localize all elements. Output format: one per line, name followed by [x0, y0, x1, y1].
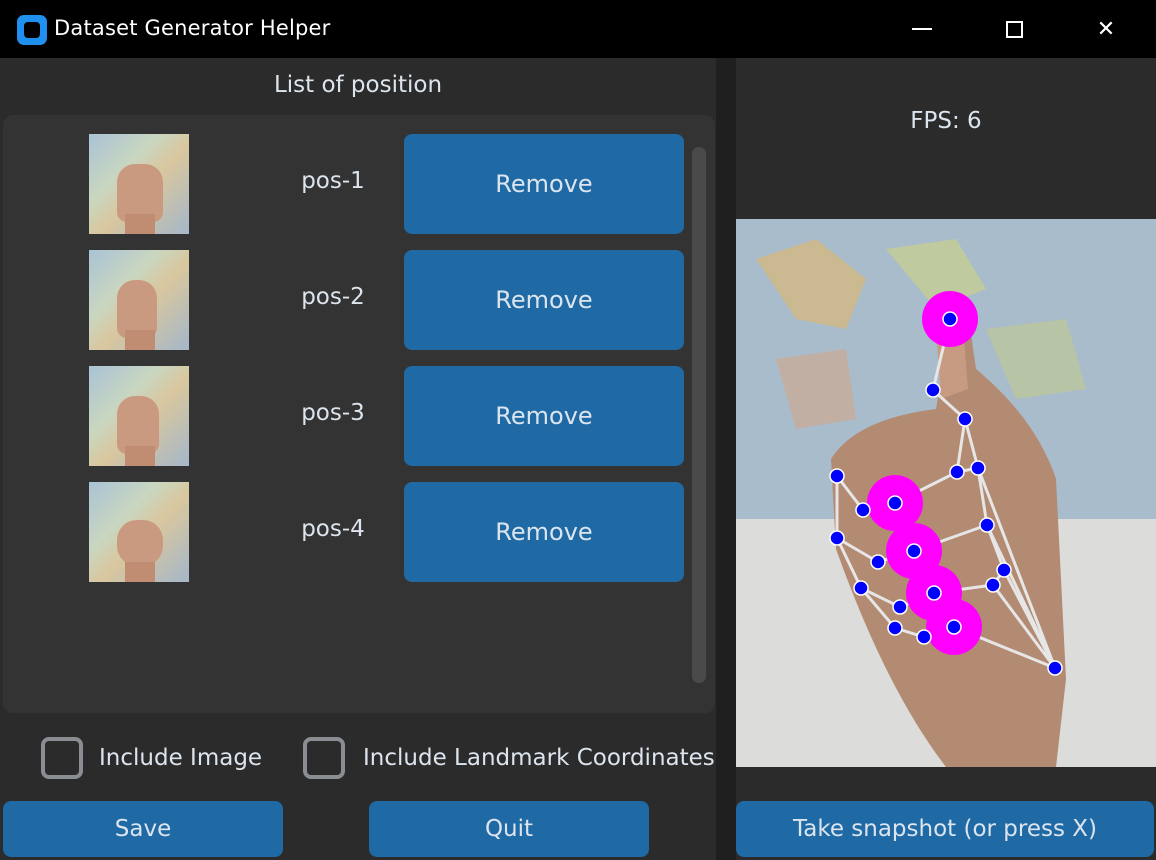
close-icon: ✕: [1096, 16, 1116, 42]
landmark-point: [855, 502, 871, 518]
title-bar: Dataset Generator Helper ✕: [0, 0, 1156, 58]
landmark-point: [1047, 660, 1063, 676]
landmark-point: [942, 311, 958, 327]
fps-counter: FPS: 6: [910, 108, 982, 134]
list-item: pos-2 Remove: [3, 250, 715, 350]
list-item: pos-3 Remove: [3, 366, 715, 466]
landmark-point: [949, 464, 965, 480]
landmark-point: [829, 468, 845, 484]
position-list[interactable]: pos-1 Remove pos-2 Remove pos-3 Remove p…: [3, 115, 715, 713]
include-image-option[interactable]: Include Image: [41, 734, 262, 782]
position-label: pos-2: [301, 284, 365, 310]
remove-button[interactable]: Remove: [404, 482, 684, 582]
landmark-point: [853, 580, 869, 596]
position-thumbnail: [89, 250, 189, 350]
landmark-point: [892, 599, 908, 615]
landmark-point: [916, 629, 932, 645]
landmark-point: [829, 530, 845, 546]
landmark-point: [957, 411, 973, 427]
list-item: pos-1 Remove: [3, 134, 715, 234]
left-panel: List of position pos-1 Remove pos-2 Remo…: [0, 58, 716, 860]
landmark-point: [985, 577, 1001, 593]
hand-landmark-overlay: [736, 219, 1156, 767]
position-thumbnail: [89, 482, 189, 582]
include-landmarks-checkbox[interactable]: [303, 737, 345, 779]
remove-button[interactable]: Remove: [404, 250, 684, 350]
list-item: pos-4 Remove: [3, 482, 715, 582]
landmark-point: [887, 495, 903, 511]
position-label: pos-4: [301, 516, 365, 542]
maximize-button[interactable]: [968, 0, 1060, 58]
list-title: List of position: [273, 72, 443, 98]
position-thumbnail: [89, 366, 189, 466]
landmark-point: [946, 619, 962, 635]
landmark-point: [979, 517, 995, 533]
landmark-point: [925, 382, 941, 398]
app-icon: [17, 15, 47, 45]
include-landmarks-label: Include Landmark Coordinates: [363, 745, 715, 771]
include-image-label: Include Image: [99, 745, 263, 771]
camera-preview: [736, 219, 1156, 767]
list-scrollbar[interactable]: [692, 147, 706, 683]
landmark-point: [887, 620, 903, 636]
landmark-point: [970, 460, 986, 476]
landmark-point: [870, 554, 886, 570]
landmark-point: [926, 585, 942, 601]
landmark-point: [996, 562, 1012, 578]
include-image-checkbox[interactable]: [41, 737, 83, 779]
panel-divider: [716, 58, 736, 860]
window-title: Dataset Generator Helper: [54, 16, 331, 40]
include-landmarks-option[interactable]: Include Landmark Coordinates: [303, 734, 715, 782]
quit-button[interactable]: Quit: [369, 801, 649, 857]
position-thumbnail: [89, 134, 189, 234]
take-snapshot-button[interactable]: Take snapshot (or press X): [736, 801, 1154, 857]
remove-button[interactable]: Remove: [404, 366, 684, 466]
landmark-point: [906, 543, 922, 559]
minimize-button[interactable]: [876, 0, 968, 58]
maximize-icon: [1005, 20, 1023, 38]
position-label: pos-3: [301, 400, 365, 426]
minimize-icon: [912, 28, 932, 30]
right-panel: FPS: 6 Take snapshot (or press X): [736, 58, 1156, 860]
save-button[interactable]: Save: [3, 801, 283, 857]
remove-button[interactable]: Remove: [404, 134, 684, 234]
position-label: pos-1: [301, 168, 365, 194]
close-button[interactable]: ✕: [1060, 0, 1152, 58]
